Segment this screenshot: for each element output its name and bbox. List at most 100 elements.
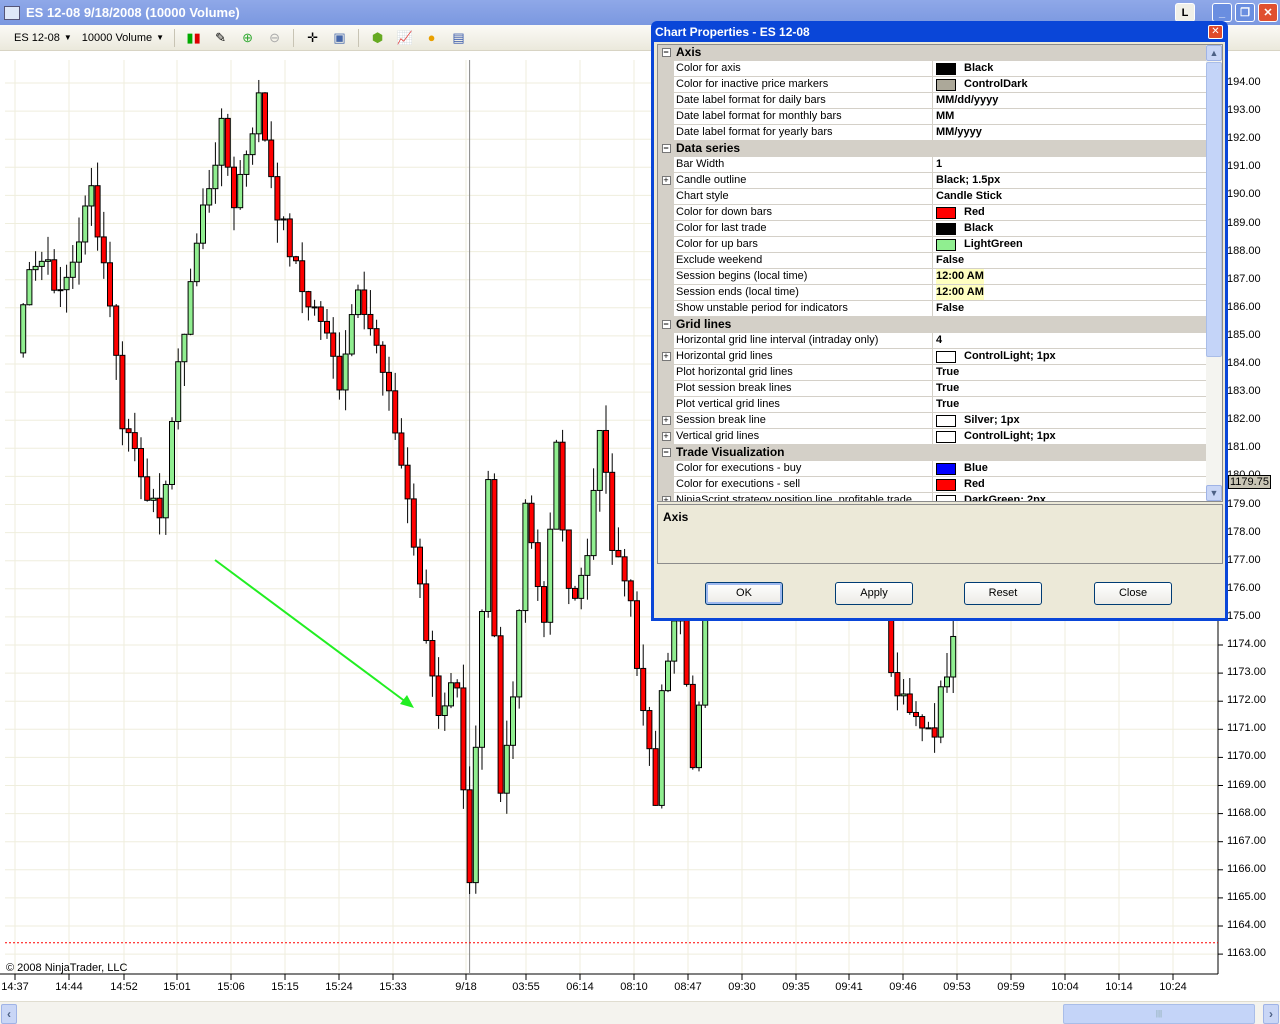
property-category[interactable]: − Data series <box>658 141 1222 157</box>
property-value[interactable]: True <box>933 397 1222 412</box>
link-button[interactable]: L <box>1175 3 1195 22</box>
property-row[interactable]: + NinjaScript strategy position line, pro… <box>658 493 1222 501</box>
property-value[interactable]: MM/dd/yyyy <box>933 93 1222 108</box>
expand-icon[interactable]: + <box>661 416 671 425</box>
restore-button[interactable]: ❐ <box>1235 3 1255 22</box>
property-value[interactable]: 12:00 AM <box>933 269 1222 284</box>
property-row[interactable]: Bar Width 1 <box>658 157 1222 173</box>
property-value[interactable]: Silver; 1px <box>933 413 1222 428</box>
dialog-title: Chart Properties - ES 12-08 <box>655 24 810 39</box>
indicators-icon[interactable]: 📈 <box>396 29 413 46</box>
collapse-icon[interactable]: − <box>661 448 671 457</box>
property-value[interactable]: Blue <box>933 461 1222 476</box>
property-value[interactable]: 4 <box>933 333 1222 348</box>
property-grid-scrollbar[interactable]: ▲ ▼ <box>1206 45 1222 501</box>
property-row[interactable]: Date label format for monthly bars MM <box>658 109 1222 125</box>
property-row[interactable]: + Vertical grid lines ControlLight; 1px <box>658 429 1222 445</box>
category-label: Data series <box>676 141 741 155</box>
collapse-icon[interactable]: − <box>661 144 671 153</box>
property-value[interactable]: False <box>933 301 1222 316</box>
property-value[interactable]: False <box>933 253 1222 268</box>
property-value[interactable]: Black <box>933 221 1222 236</box>
ok-button[interactable]: OK <box>705 582 783 605</box>
chart-style-icon[interactable]: ▮ ▮ <box>185 29 202 46</box>
property-category[interactable]: − Axis <box>658 45 1222 61</box>
apply-button[interactable]: Apply <box>835 582 913 605</box>
divider <box>293 28 295 47</box>
property-value[interactable]: 12:00 AM <box>933 285 1222 300</box>
scroll-thumb[interactable] <box>1206 62 1222 357</box>
property-row[interactable]: Color for inactive price markers ControlD… <box>658 77 1222 93</box>
property-row[interactable]: Exclude weekend False <box>658 253 1222 269</box>
candle-up <box>441 705 448 716</box>
expand-icon[interactable]: + <box>661 496 671 501</box>
property-row[interactable]: Session begins (local time) 12:00 AM <box>658 269 1222 285</box>
scroll-left-button[interactable]: ‹ <box>1 1004 17 1024</box>
property-row[interactable]: + Horizontal grid lines ControlLight; 1px <box>658 349 1222 365</box>
close-button[interactable]: Close <box>1094 582 1172 605</box>
property-row[interactable]: Color for last trade Black <box>658 221 1222 237</box>
property-row[interactable]: Color for executions - buy Blue <box>658 461 1222 477</box>
zoom-out-icon[interactable]: ⊖ <box>266 29 283 46</box>
property-row[interactable]: Horizontal grid line interval (intraday … <box>658 333 1222 349</box>
property-value[interactable]: ControlLight; 1px <box>933 429 1222 444</box>
property-value[interactable]: Red <box>933 205 1222 220</box>
x-tick-label: 03:55 <box>512 981 540 993</box>
property-category[interactable]: − Trade Visualization <box>658 445 1222 461</box>
property-row[interactable]: Plot vertical grid lines True <box>658 397 1222 413</box>
expand-icon[interactable]: + <box>661 176 671 185</box>
property-value[interactable]: True <box>933 365 1222 380</box>
dialog-close-icon[interactable]: ✕ <box>1208 25 1223 39</box>
property-value[interactable]: ControlDark <box>933 77 1222 92</box>
property-category[interactable]: − Grid lines <box>658 317 1222 333</box>
row-gutter <box>658 237 674 252</box>
zoom-in-icon[interactable]: ⊕ <box>239 29 256 46</box>
property-value[interactable]: DarkGreen; 2px <box>933 493 1222 501</box>
property-value[interactable]: 1 <box>933 157 1222 172</box>
property-row[interactable]: Color for executions - sell Red <box>658 477 1222 493</box>
property-value[interactable]: LightGreen <box>933 237 1222 252</box>
properties-icon[interactable]: ▤ <box>450 29 467 46</box>
property-row[interactable]: Plot session break lines True <box>658 381 1222 397</box>
property-row[interactable]: Show unstable period for indicators False <box>658 301 1222 317</box>
crosshair-icon[interactable]: ✛ <box>304 29 321 46</box>
scroll-up-icon[interactable]: ▲ <box>1206 45 1222 61</box>
interval-dropdown[interactable]: 10000 Volume ▼ <box>82 32 164 44</box>
property-value[interactable]: Candle Stick <box>933 189 1222 204</box>
horizontal-scrollbar[interactable]: ‹ ||| › <box>0 1001 1280 1024</box>
drawing-tool-icon[interactable]: ✎ <box>212 29 229 46</box>
collapse-icon[interactable]: − <box>661 320 671 329</box>
strategy-icon[interactable]: ⬢ <box>369 29 386 46</box>
property-row[interactable]: Session ends (local time) 12:00 AM <box>658 285 1222 301</box>
orders-icon[interactable]: ● <box>423 29 440 46</box>
scroll-right-button[interactable]: › <box>1263 1004 1279 1024</box>
property-row[interactable]: Chart style Candle Stick <box>658 189 1222 205</box>
property-value[interactable]: ControlLight; 1px <box>933 349 1222 364</box>
color-swatch <box>936 494 956 501</box>
property-value[interactable]: Red <box>933 477 1222 492</box>
candle-up <box>38 260 45 267</box>
property-value[interactable]: MM <box>933 109 1222 124</box>
close-window-button[interactable]: ✕ <box>1258 3 1278 22</box>
property-value[interactable]: Black; 1.5px <box>933 173 1222 188</box>
property-row[interactable]: Color for down bars Red <box>658 205 1222 221</box>
property-value[interactable]: MM/yyyy <box>933 125 1222 140</box>
instrument-dropdown[interactable]: ES 12-08 ▼ <box>14 32 72 44</box>
expand-icon[interactable]: + <box>661 352 671 361</box>
property-row[interactable]: Color for axis Black <box>658 61 1222 77</box>
property-row[interactable]: Date label format for yearly bars MM/yyyy <box>658 125 1222 141</box>
property-row[interactable]: Plot horizontal grid lines True <box>658 365 1222 381</box>
property-value[interactable]: Black <box>933 61 1222 76</box>
property-row[interactable]: + Candle outline Black; 1.5px <box>658 173 1222 189</box>
scroll-thumb[interactable]: ||| <box>1063 1004 1255 1024</box>
property-value[interactable]: True <box>933 381 1222 396</box>
reset-button[interactable]: Reset <box>964 582 1042 605</box>
collapse-icon[interactable]: − <box>661 48 671 57</box>
minimize-button[interactable]: _ <box>1212 3 1232 22</box>
property-row[interactable]: + Session break line Silver; 1px <box>658 413 1222 429</box>
scroll-down-icon[interactable]: ▼ <box>1206 485 1222 501</box>
property-row[interactable]: Color for up bars LightGreen <box>658 237 1222 253</box>
property-row[interactable]: Date label format for daily bars MM/dd/yy… <box>658 93 1222 109</box>
data-box-icon[interactable]: ▣ <box>331 29 348 46</box>
expand-icon[interactable]: + <box>661 432 671 441</box>
